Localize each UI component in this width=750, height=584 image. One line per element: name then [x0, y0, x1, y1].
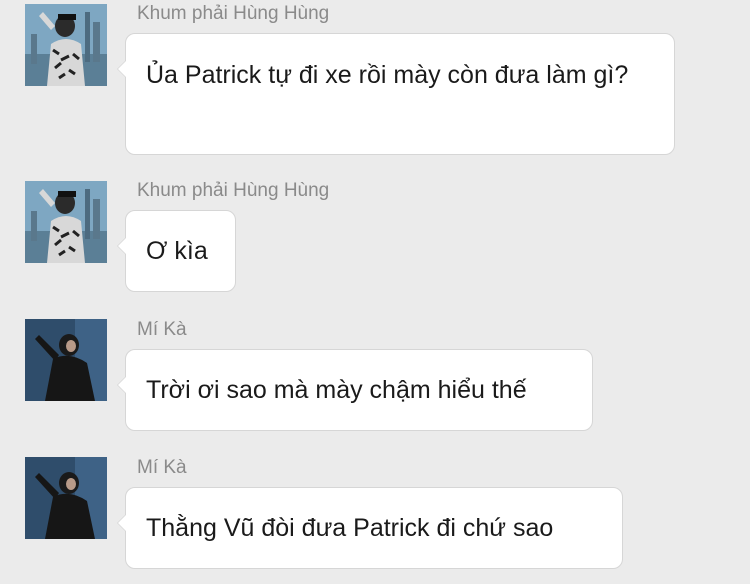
avatar[interactable] [25, 4, 107, 86]
sender-name: Khum phải Hùng Hùng [137, 180, 330, 201]
message-bubble[interactable]: Ủa Patrick tự đi xe rồi mày còn đưa làm … [117, 33, 675, 155]
avatar-dark-photo-icon [25, 457, 107, 539]
message-bubble[interactable]: Ơ kìa [117, 210, 236, 292]
avatar-city-photo-icon [25, 4, 107, 86]
sender-name: Khum phải Hùng Hùng [137, 3, 330, 24]
avatar[interactable] [25, 181, 107, 263]
sender-name: Mí Kà [137, 457, 187, 478]
avatar[interactable] [25, 457, 107, 539]
message-row: Khum phải Hùng Hùng Ủa Patrick tự đi xe … [0, 0, 750, 165]
message-row: Mí Kà Trời ơi sao mà mày chậm hiểu thế [0, 316, 750, 436]
message-bubble[interactable]: Trời ơi sao mà mày chậm hiểu thế [117, 349, 593, 431]
message-row: Mí Kà Thằng Vũ đòi đưa Patrick đi chứ sa… [0, 454, 750, 574]
message-row: Khum phải Hùng Hùng Ơ kìa [0, 177, 750, 297]
avatar-city-photo-icon [25, 181, 107, 263]
avatar[interactable] [25, 319, 107, 401]
message-bubble[interactable]: Thằng Vũ đòi đưa Patrick đi chứ sao [117, 487, 623, 569]
sender-name: Mí Kà [137, 319, 187, 340]
avatar-dark-photo-icon [25, 319, 107, 401]
